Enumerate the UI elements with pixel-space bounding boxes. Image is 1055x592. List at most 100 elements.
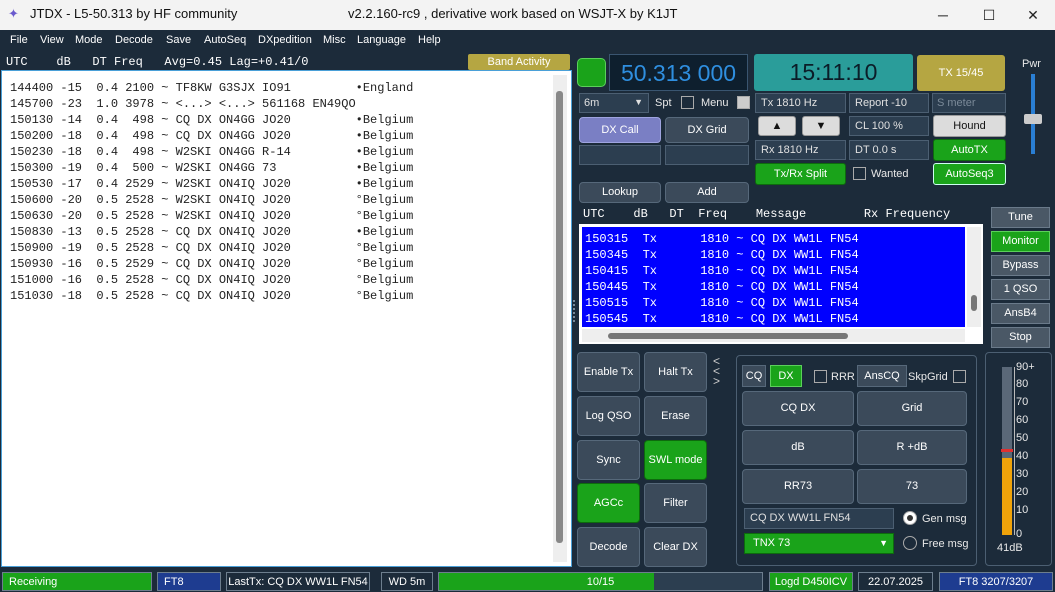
down-arrow-button[interactable]: ▼ bbox=[802, 116, 840, 136]
decode-line[interactable]: 150200 -18 0.4 498 ~ CQ DX ON4GG JO20 •B… bbox=[10, 129, 413, 145]
menu-view[interactable]: View bbox=[40, 34, 64, 46]
gen-msg-radio[interactable] bbox=[903, 511, 917, 525]
decode-button[interactable]: Decode bbox=[577, 527, 640, 567]
r-db-button[interactable]: R +dB bbox=[857, 430, 967, 465]
ansb4-button[interactable]: AnsB4 bbox=[991, 303, 1050, 324]
monitor-button[interactable]: Monitor bbox=[991, 231, 1050, 252]
swap-arrows-icon[interactable]: < < > bbox=[713, 355, 720, 387]
decode-line[interactable]: 150300 -19 0.4 500 ~ W2SKI ON4GG 73 •Bel… bbox=[10, 161, 413, 177]
menu-mode[interactable]: Mode bbox=[75, 34, 103, 46]
decode-line[interactable]: 150630 -20 0.5 2528 ~ W2SKI ON4IQ JO20 °… bbox=[10, 209, 413, 225]
report-spinbox[interactable]: Report -10 bbox=[849, 93, 929, 113]
rx-scroll-thumb[interactable] bbox=[971, 295, 977, 311]
band-activity-button[interactable]: Band Activity bbox=[468, 54, 570, 70]
filter-button[interactable]: Filter bbox=[644, 483, 707, 523]
log-qso-button[interactable]: Log QSO bbox=[577, 396, 640, 436]
rx-frequency-spinbox[interactable]: Rx 1810 Hz bbox=[755, 140, 846, 160]
dx-grid-button[interactable]: DX Grid bbox=[665, 117, 749, 143]
tx-frequency-spinbox[interactable]: Tx 1810 Hz bbox=[755, 93, 846, 113]
decode-line[interactable]: 151030 -18 0.5 2528 ~ CQ DX ON4IQ JO20 °… bbox=[10, 289, 413, 305]
agcc-button[interactable]: AGCc bbox=[577, 483, 640, 523]
decode-line[interactable]: 150830 -13 0.5 2528 ~ CQ DX ON4IQ JO20 •… bbox=[10, 225, 413, 241]
rrr-checkbox[interactable] bbox=[814, 370, 827, 383]
band-scrollbar[interactable] bbox=[553, 75, 567, 562]
skpgrid-checkbox[interactable] bbox=[953, 370, 966, 383]
menu-help[interactable]: Help bbox=[418, 34, 441, 46]
version-text: v2.2.160-rc9 , derivative work based on … bbox=[348, 6, 678, 21]
tx-period-button[interactable]: TX 15/45 bbox=[917, 55, 1005, 91]
maximize-icon[interactable]: ☐ bbox=[966, 0, 1012, 30]
txrx-split-button[interactable]: Tx/Rx Split bbox=[755, 163, 846, 185]
menu-misc[interactable]: Misc bbox=[323, 34, 346, 46]
tx-message-line[interactable]: 150545 Tx 1810 ~ CQ DX WW1L FN54 bbox=[585, 312, 859, 328]
dx-call-button[interactable]: DX Call bbox=[579, 117, 661, 143]
sync-button[interactable]: Sync bbox=[577, 440, 640, 480]
dx-call-input[interactable] bbox=[579, 145, 661, 165]
dt-spinbox[interactable]: DT 0.0 s bbox=[849, 140, 929, 160]
db-button[interactable]: dB bbox=[742, 430, 854, 465]
clear-dx-button[interactable]: Clear DX bbox=[644, 527, 707, 567]
band-scroll-thumb[interactable] bbox=[556, 91, 563, 543]
decode-line[interactable]: 150130 -14 0.4 498 ~ CQ DX ON4GG JO20 •B… bbox=[10, 113, 413, 129]
decode-line[interactable]: 151000 -16 0.5 2528 ~ CQ DX ON4IQ JO20 °… bbox=[10, 273, 413, 289]
dx-button[interactable]: DX bbox=[770, 365, 802, 387]
smeter-field[interactable]: S meter bbox=[932, 93, 1006, 113]
decode-line[interactable]: 145700 -23 1.0 3978 ~ <...> <...> 561168… bbox=[10, 97, 356, 113]
decode-line[interactable]: 150230 -18 0.4 498 ~ W2SKI ON4GG R-14 •B… bbox=[10, 145, 413, 161]
bypass-button[interactable]: Bypass bbox=[991, 255, 1050, 276]
enable-tx-button[interactable]: Enable Tx bbox=[577, 352, 640, 392]
73-button[interactable]: 73 bbox=[857, 469, 967, 504]
tx-message-line[interactable]: 150415 Tx 1810 ~ CQ DX WW1L FN54 bbox=[585, 264, 859, 280]
decode-line[interactable]: 144400 -15 0.4 2100 ~ TF8KW G3SJX IO91 •… bbox=[10, 81, 413, 97]
autotx-button[interactable]: AutoTX bbox=[933, 139, 1006, 161]
menu-file[interactable]: File bbox=[10, 34, 28, 46]
tx-message-line[interactable]: 150315 Tx 1810 ~ CQ DX WW1L FN54 bbox=[585, 232, 859, 248]
free-msg-select[interactable]: TNX 73 ▼ bbox=[744, 533, 894, 554]
dial-frequency[interactable]: 50.313 000 bbox=[609, 54, 748, 91]
up-arrow-button[interactable]: ▲ bbox=[758, 116, 796, 136]
menu-autoseq[interactable]: AutoSeq bbox=[204, 34, 246, 46]
tune-button[interactable]: Tune bbox=[991, 207, 1050, 228]
swl-mode-button[interactable]: SWL mode bbox=[644, 440, 707, 480]
one-qso-button[interactable]: 1 QSO bbox=[991, 279, 1050, 300]
halt-tx-button[interactable]: Halt Tx bbox=[644, 352, 707, 392]
cq-button[interactable]: CQ bbox=[742, 365, 766, 387]
spt-checkbox[interactable] bbox=[681, 96, 694, 109]
anscq-button[interactable]: AnsCQ bbox=[857, 365, 907, 387]
decode-line[interactable]: 150600 -20 0.5 2528 ~ W2SKI ON4IQ JO20 °… bbox=[10, 193, 413, 209]
gen-msg-input[interactable]: CQ DX WW1L FN54 bbox=[744, 508, 894, 529]
rx-vertical-scrollbar[interactable] bbox=[967, 227, 981, 327]
rx-horizontal-scrollbar[interactable] bbox=[582, 329, 965, 342]
hound-button[interactable]: Hound bbox=[933, 115, 1006, 137]
wanted-checkbox[interactable] bbox=[853, 167, 866, 180]
power-slider-handle[interactable] bbox=[1024, 114, 1042, 124]
dx-grid-input[interactable] bbox=[665, 145, 749, 165]
free-msg-radio[interactable] bbox=[903, 536, 917, 550]
menu-save[interactable]: Save bbox=[166, 34, 191, 46]
band-select[interactable]: 6m ▼ bbox=[579, 93, 649, 113]
rx-hscroll-thumb[interactable] bbox=[608, 333, 848, 339]
stop-button[interactable]: Stop bbox=[991, 327, 1050, 348]
decode-line[interactable]: 150930 -16 0.5 2529 ~ CQ DX ON4IQ JO20 °… bbox=[10, 257, 413, 273]
add-button[interactable]: Add bbox=[665, 182, 749, 203]
decode-line[interactable]: 150530 -17 0.4 2529 ~ W2SKI ON4IQ JO20 •… bbox=[10, 177, 413, 193]
cl-spinbox[interactable]: CL 100 % bbox=[849, 116, 929, 136]
lookup-button[interactable]: Lookup bbox=[579, 182, 661, 203]
autoseq-button[interactable]: AutoSeq3 bbox=[933, 163, 1006, 185]
rr73-button[interactable]: RR73 bbox=[742, 469, 854, 504]
tx-message-line[interactable]: 150445 Tx 1810 ~ CQ DX WW1L FN54 bbox=[585, 280, 859, 296]
minimize-icon[interactable]: ─ bbox=[920, 0, 966, 30]
grid-button[interactable]: Grid bbox=[857, 391, 967, 426]
menu-language[interactable]: Language bbox=[357, 34, 406, 46]
tx-message-line[interactable]: 150515 Tx 1810 ~ CQ DX WW1L FN54 bbox=[585, 296, 859, 312]
menu-checkbox[interactable] bbox=[737, 96, 750, 109]
status-led-button[interactable] bbox=[577, 58, 606, 87]
menu-decode[interactable]: Decode bbox=[115, 34, 153, 46]
menu-dxpedition[interactable]: DXpedition bbox=[258, 34, 312, 46]
cq-dx-button[interactable]: CQ DX bbox=[742, 391, 854, 426]
close-icon[interactable]: ✕ bbox=[1010, 0, 1055, 30]
tx-message-line[interactable]: 150345 Tx 1810 ~ CQ DX WW1L FN54 bbox=[585, 248, 859, 264]
decode-line[interactable]: 150900 -19 0.5 2528 ~ CQ DX ON4IQ JO20 °… bbox=[10, 241, 413, 257]
erase-button[interactable]: Erase bbox=[644, 396, 707, 436]
splitter-handle[interactable] bbox=[573, 300, 577, 322]
